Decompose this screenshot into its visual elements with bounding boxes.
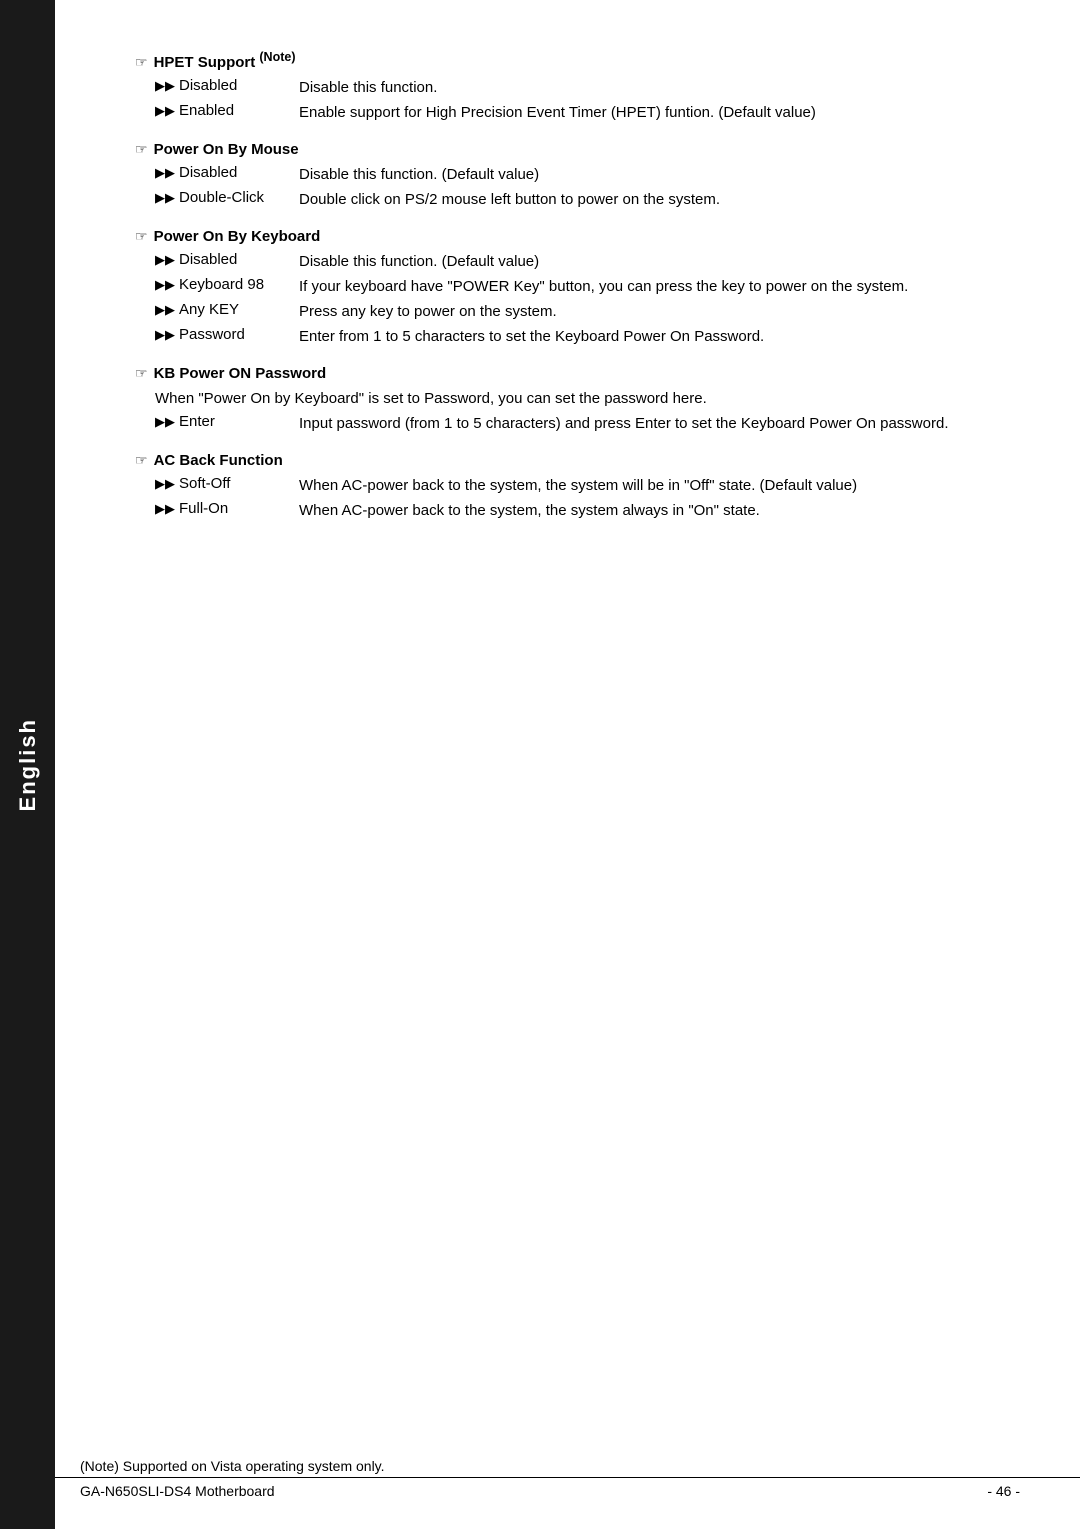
sidebar-label: English [15,718,41,811]
section-title-keyboard: Power On By Keyboard [154,228,321,245]
hpet-superscript: (Note) [259,50,295,64]
list-item: ▶▶ Disabled Disable this function. [155,77,1020,98]
section-title-kbpwd: KB Power ON Password [154,365,327,382]
bullet: ▶▶ [155,164,175,181]
bullet: ▶▶ [155,326,175,343]
item-key: Keyboard 98 [179,276,299,293]
section-hpet-support: ☞ HPET Support (Note) ▶▶ Disabled Disabl… [135,50,1020,123]
hpet-items: ▶▶ Disabled Disable this function. ▶▶ En… [155,77,1020,123]
mouse-items: ▶▶ Disabled Disable this function. (Defa… [155,164,1020,210]
item-desc: If your keyboard have "POWER Key" button… [299,276,1020,297]
list-item: ▶▶ Soft-Off When AC-power back to the sy… [155,475,1020,496]
list-item: ▶▶ Enter Input password (from 1 to 5 cha… [155,413,1020,434]
keyboard-items: ▶▶ Disabled Disable this function. (Defa… [155,251,1020,347]
item-key: Enabled [179,102,299,119]
section-title-ac: AC Back Function [154,452,283,469]
list-item: ▶▶ Any KEY Press any key to power on the… [155,301,1020,322]
section-header-kbpwd: ☞ KB Power ON Password [135,365,1020,382]
section-header-hpet: ☞ HPET Support (Note) [135,50,1020,71]
bullet: ▶▶ [155,189,175,206]
list-item: ▶▶ Keyboard 98 If your keyboard have "PO… [155,276,1020,297]
item-desc: When AC-power back to the system, the sy… [299,475,1020,496]
item-key: Full-On [179,500,299,517]
section-kb-power-on-password: ☞ KB Power ON Password When "Power On by… [135,365,1020,434]
bullet: ▶▶ [155,500,175,517]
item-desc: Double click on PS/2 mouse left button t… [299,189,1020,210]
footer-note: (Note) Supported on Vista operating syst… [80,1458,1020,1474]
list-item: ▶▶ Enabled Enable support for High Preci… [155,102,1020,123]
ac-items: ▶▶ Soft-Off When AC-power back to the sy… [155,475,1020,521]
section-power-on-keyboard: ☞ Power On By Keyboard ▶▶ Disabled Disab… [135,228,1020,347]
section-title-hpet: HPET Support (Note) [154,50,296,71]
section-icon-kbpwd: ☞ [135,365,148,382]
bullet: ▶▶ [155,413,175,430]
item-key: Double-Click [179,189,299,206]
item-key: Disabled [179,77,299,94]
section-icon-keyboard: ☞ [135,228,148,245]
footer-page: - 46 - [987,1483,1020,1499]
footer-note-text: (Note) Supported on Vista operating syst… [80,1458,385,1474]
section-icon-mouse: ☞ [135,141,148,158]
list-item: ▶▶ Full-On When AC-power back to the sys… [155,500,1020,521]
bullet: ▶▶ [155,102,175,119]
item-desc: Input password (from 1 to 5 characters) … [299,413,1020,434]
item-key: Any KEY [179,301,299,318]
item-key: Enter [179,413,299,430]
section-icon-hpet: ☞ [135,54,148,71]
item-desc: Disable this function. (Default value) [299,251,1020,272]
bullet: ▶▶ [155,77,175,94]
bullet: ▶▶ [155,276,175,293]
item-desc: Enter from 1 to 5 characters to set the … [299,326,1020,347]
item-key: Disabled [179,251,299,268]
section-power-on-mouse: ☞ Power On By Mouse ▶▶ Disabled Disable … [135,141,1020,210]
item-key: Disabled [179,164,299,181]
item-key: Soft-Off [179,475,299,492]
item-desc: Press any key to power on the system. [299,301,1020,322]
kbpwd-items: ▶▶ Enter Input password (from 1 to 5 cha… [155,413,1020,434]
list-item: ▶▶ Disabled Disable this function. (Defa… [155,251,1020,272]
section-icon-ac: ☞ [135,452,148,469]
section-title-mouse: Power On By Mouse [154,141,299,158]
section-header-ac: ☞ AC Back Function [135,452,1020,469]
footer-model: GA-N650SLI-DS4 Motherboard [80,1483,275,1499]
bullet: ▶▶ [155,475,175,492]
item-desc: Disable this function. [299,77,1020,98]
list-item: ▶▶ Double-Click Double click on PS/2 mou… [155,189,1020,210]
section-header-mouse: ☞ Power On By Mouse [135,141,1020,158]
bullet: ▶▶ [155,301,175,318]
footer-bar: GA-N650SLI-DS4 Motherboard - 46 - [55,1477,1080,1499]
list-item: ▶▶ Password Enter from 1 to 5 characters… [155,326,1020,347]
sidebar: English [0,0,55,1529]
section-ac-back-function: ☞ AC Back Function ▶▶ Soft-Off When AC-p… [135,452,1020,521]
kb-password-intro: When "Power On by Keyboard" is set to Pa… [155,388,1020,409]
list-item: ▶▶ Disabled Disable this function. (Defa… [155,164,1020,185]
bullet: ▶▶ [155,251,175,268]
item-desc: Disable this function. (Default value) [299,164,1020,185]
main-content: ☞ HPET Support (Note) ▶▶ Disabled Disabl… [55,0,1080,1529]
item-desc: Enable support for High Precision Event … [299,102,1020,123]
item-desc: When AC-power back to the system, the sy… [299,500,1020,521]
section-header-keyboard: ☞ Power On By Keyboard [135,228,1020,245]
item-key: Password [179,326,299,343]
